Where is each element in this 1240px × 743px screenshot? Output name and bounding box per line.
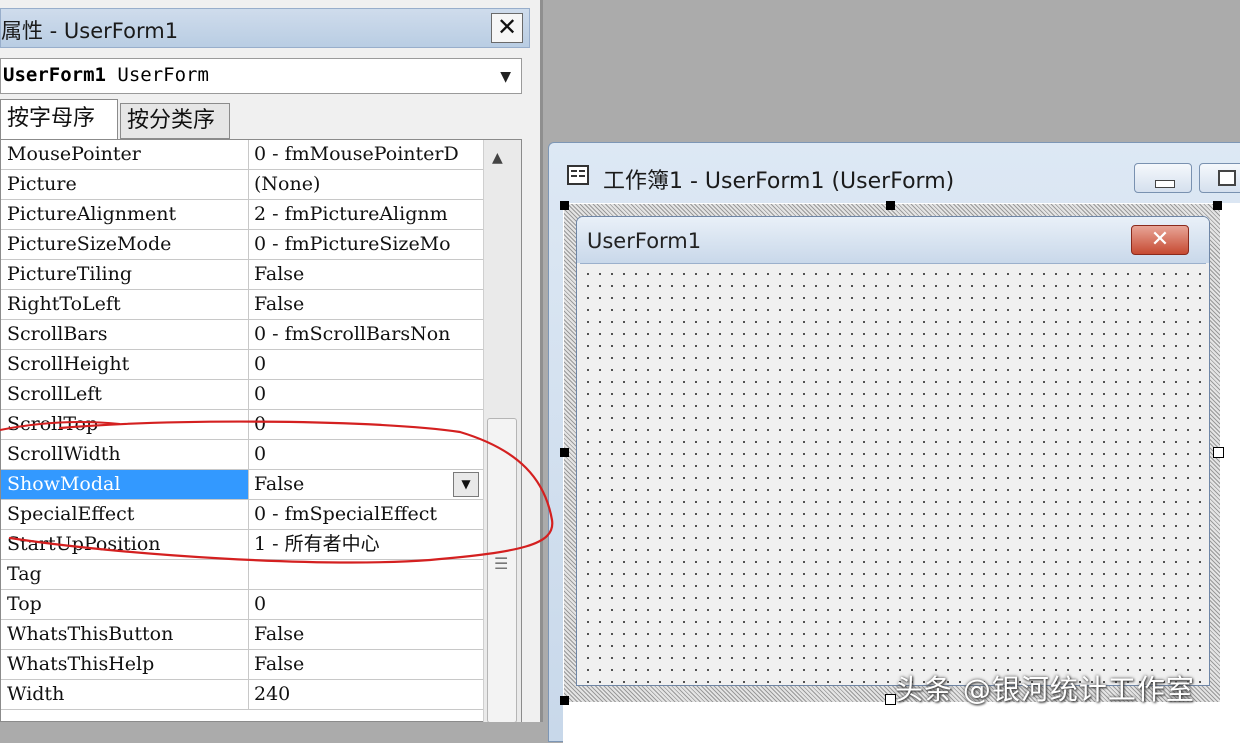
property-row[interactable]: PictureTiling False	[1, 260, 483, 290]
property-name[interactable]: Tag	[1, 560, 249, 589]
property-row[interactable]: RightToLeft False	[1, 290, 483, 320]
property-name[interactable]: StartUpPosition	[1, 530, 249, 559]
property-name[interactable]: RightToLeft	[1, 290, 249, 319]
property-value[interactable]: False	[249, 290, 483, 319]
property-row[interactable]: ScrollLeft 0	[1, 380, 483, 410]
userform-caption: UserForm1	[587, 229, 702, 253]
properties-title-bar[interactable]: 属性 - UserForm1 ✕	[0, 8, 530, 48]
property-value[interactable]: 1 - 所有者中心	[249, 530, 483, 559]
property-value[interactable]: 2 - fmPictureAlignm	[249, 200, 483, 229]
property-value[interactable]: 0 - fmMousePointerD	[249, 140, 483, 169]
object-selector-value: UserForm1 UserForm	[3, 64, 209, 86]
restore-button[interactable]	[1199, 163, 1240, 193]
property-value[interactable]: 0	[249, 350, 483, 379]
property-row[interactable]: ScrollBars 0 - fmScrollBarsNon	[1, 320, 483, 350]
close-icon[interactable]: ✕	[491, 13, 523, 43]
property-value[interactable]: (None)	[249, 170, 483, 199]
property-row[interactable]: ScrollHeight 0	[1, 350, 483, 380]
property-row[interactable]: StartUpPosition 1 - 所有者中心	[1, 530, 483, 560]
property-row[interactable]: Tag	[1, 560, 483, 590]
tab-alphabetic[interactable]: 按字母序	[0, 99, 118, 140]
property-name[interactable]: ScrollWidth	[1, 440, 249, 469]
minimize-button[interactable]	[1134, 163, 1192, 193]
property-name[interactable]: MousePointer	[1, 140, 249, 169]
resize-handle-top-right[interactable]	[1213, 201, 1222, 210]
property-name[interactable]: Width	[1, 680, 249, 709]
property-name[interactable]: Top	[1, 590, 249, 619]
object-name: UserForm1	[3, 64, 106, 86]
grip-icon: ☰	[494, 554, 509, 573]
scroll-up-icon[interactable]: ▲	[492, 150, 503, 166]
properties-window: 属性 - UserForm1 ✕ UserForm1 UserForm ▼ 按字…	[0, 0, 543, 722]
object-selector-dropdown[interactable]: UserForm1 UserForm ▼	[0, 58, 522, 94]
property-value[interactable]: False	[249, 260, 483, 289]
resize-handle-top[interactable]	[886, 201, 895, 210]
resize-handle-right[interactable]	[1213, 447, 1224, 458]
property-name[interactable]: WhatsThisButton	[1, 620, 249, 649]
property-row[interactable]: WhatsThisHelp False	[1, 650, 483, 680]
watermark-text: 头条 @银河统计工作室	[895, 673, 1195, 706]
tab-categorized[interactable]: 按分类序	[120, 103, 230, 139]
property-row[interactable]: ShowModal False ▼	[1, 470, 483, 500]
property-name[interactable]: Picture	[1, 170, 249, 199]
property-value[interactable]: False	[249, 650, 483, 679]
chevron-down-icon[interactable]: ▼	[453, 472, 479, 497]
object-type: UserForm	[117, 64, 209, 86]
property-name[interactable]: ScrollHeight	[1, 350, 249, 379]
resize-handle-bottom-left[interactable]	[560, 696, 569, 705]
property-name[interactable]: PictureSizeMode	[1, 230, 249, 259]
close-icon[interactable]: ✕	[1131, 225, 1189, 255]
property-row[interactable]: ScrollWidth 0	[1, 440, 483, 470]
property-name[interactable]: PictureAlignment	[1, 200, 249, 229]
property-row[interactable]: Width 240	[1, 680, 483, 710]
property-name[interactable]: ScrollLeft	[1, 380, 249, 409]
property-name[interactable]: ScrollTop	[1, 410, 249, 439]
resize-handle-left[interactable]	[560, 448, 569, 457]
property-grid-scrollbar[interactable]: ▲ ☰	[483, 140, 521, 722]
userform-preview[interactable]: UserForm1 ✕	[576, 216, 1210, 686]
property-value[interactable]: 0	[249, 440, 483, 469]
properties-title: 属性 - UserForm1	[1, 19, 179, 43]
property-row[interactable]: WhatsThisButton False	[1, 620, 483, 650]
property-value[interactable]: 0 - fmPictureSizeMo	[249, 230, 483, 259]
resize-handle-top-left[interactable]	[560, 201, 569, 210]
property-row[interactable]: PictureAlignment 2 - fmPictureAlignm	[1, 200, 483, 230]
property-row[interactable]: SpecialEffect 0 - fmSpecialEffect	[1, 500, 483, 530]
property-row[interactable]: ScrollTop 0	[1, 410, 483, 440]
property-value[interactable]: 240	[249, 680, 483, 709]
chevron-down-icon[interactable]: ▼	[500, 69, 511, 85]
property-name[interactable]: ScrollBars	[1, 320, 249, 349]
property-value[interactable]: 0 - fmSpecialEffect	[249, 500, 483, 529]
userform-grid-canvas[interactable]	[580, 263, 1206, 685]
userform-window-icon	[567, 165, 589, 185]
property-value[interactable]: 0	[249, 380, 483, 409]
property-row[interactable]: Top 0	[1, 590, 483, 620]
scrollbar-thumb[interactable]: ☰	[487, 418, 517, 722]
userform-title-bar: UserForm1 ✕	[577, 217, 1209, 263]
property-grid: MousePointer 0 - fmMousePointerD Picture (N…	[0, 139, 522, 722]
property-name[interactable]: PictureTiling	[1, 260, 249, 289]
property-name[interactable]: SpecialEffect	[1, 500, 249, 529]
designer-title: 工作簿1 - UserForm1 (UserForm)	[603, 169, 955, 194]
property-value[interactable]: False	[249, 620, 483, 649]
property-row[interactable]: PictureSizeMode 0 - fmPictureSizeMo	[1, 230, 483, 260]
property-value[interactable]	[249, 560, 483, 589]
property-value[interactable]: False	[249, 470, 483, 499]
property-row[interactable]: Picture (None)	[1, 170, 483, 200]
property-name[interactable]: WhatsThisHelp	[1, 650, 249, 679]
property-value[interactable]: 0	[249, 590, 483, 619]
property-row[interactable]: MousePointer 0 - fmMousePointerD	[1, 140, 483, 170]
property-name[interactable]: ShowModal	[1, 470, 249, 499]
property-value[interactable]: 0	[249, 410, 483, 439]
property-value[interactable]: 0 - fmScrollBarsNon	[249, 320, 483, 349]
